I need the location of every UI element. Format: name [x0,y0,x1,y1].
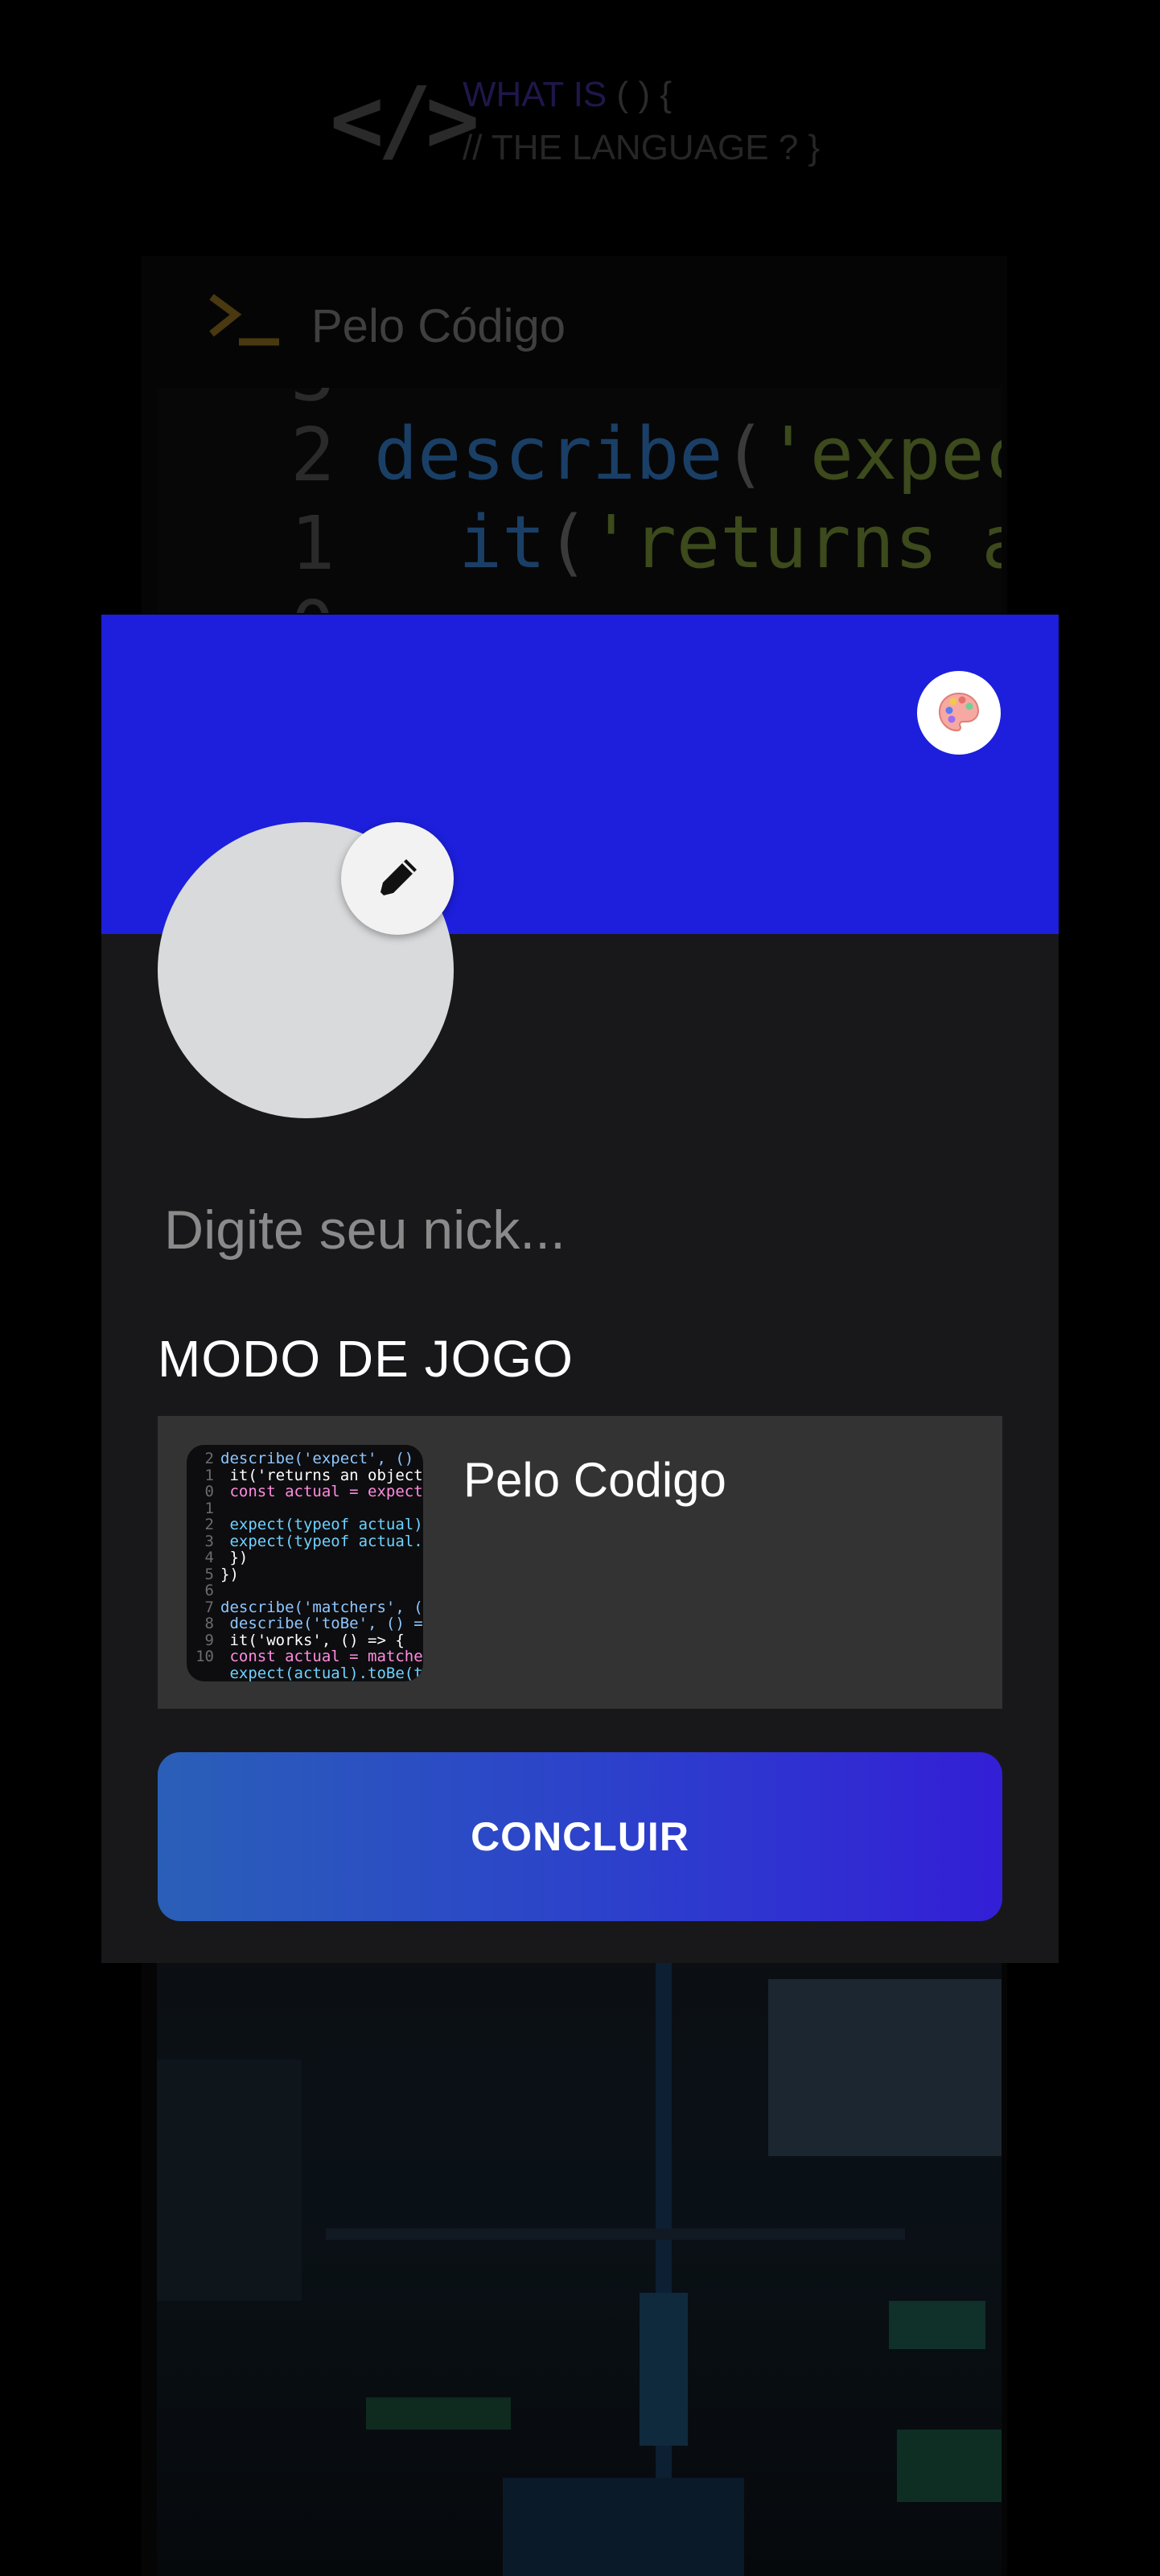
thumbnail-code-line: 5}) [187,1566,239,1583]
thumbnail-code-line: 9 it('works', () => { [187,1632,405,1649]
game-mode-section-title: MODO DE JOGO [158,1330,574,1388]
palette-icon [938,692,980,732]
thumbnail-code-line: 8 describe('toBe', () => { [187,1615,423,1632]
code-line-number: 2 [290,412,335,498]
thumbnail-code-line: 1 [187,1500,220,1517]
thumbnail-line-text: expect(actual).toBe(true [229,1664,423,1682]
thumbnail-code-line: 2 expect(typeof actual).toBe( [187,1516,423,1533]
logo-line-1: WHAT IS ( ) { [463,71,672,119]
code-brackets-icon: </> [330,68,479,173]
logo-line-1-rest: ( ) { [607,75,672,114]
thumbnail-line-text: describe('matchers', () => { [220,1598,423,1616]
thumbnail-code-line: 6 [187,1582,220,1599]
thumbnail-code-line: 0 const actual = expect(true) [187,1483,423,1500]
game-mode-label: Pelo Codigo [463,1453,726,1507]
thumbnail-code-line: 2 describe('expect', () => { [187,1450,423,1467]
thumbnail-line-number: 4 [204,1549,214,1566]
thumbnail-line-text: describe('expect', () => { [220,1450,423,1467]
terminal-prompt-icon [205,289,294,364]
thumbnail-line-number: 8 [204,1615,214,1632]
thumbnail-line-text: it('works', () => { [220,1631,405,1649]
logo-keyword: WHAT IS [463,75,607,114]
thumbnail-line-number: 10 [195,1648,214,1665]
thumbnail-line-text: const actual = expect(true) [229,1483,423,1500]
pencil-icon [380,859,417,895]
thumbnail-line-number: 5 [204,1565,214,1583]
thumbnail-line-text: expect(typeof actual.toBe). [229,1532,423,1550]
thumbnail-line-number: 7 [204,1598,214,1616]
thumbnail-line-number: 3 [204,1532,214,1550]
background-mode-title: Pelo Código [311,299,566,352]
thumbnail-line-text: expect(typeof actual).toBe( [229,1516,423,1533]
background-code-image: 3 2 1 0 describe('expect', ( it('returns… [157,388,1002,613]
thumbnail-line-number: 2 [204,1450,214,1467]
thumbnail-line-text: describe('toBe', () => { [229,1615,423,1632]
thumbnail-code-line: 3 expect(typeof actual.toBe). [187,1533,423,1550]
code-line-number: 0 [290,585,335,613]
edit-avatar-button[interactable] [341,822,454,935]
thumbnail-line-text: const actual = matchers( [229,1648,423,1665]
profile-modal: MODO DE JOGO 2 describe('expect', () => {… [101,615,1059,1963]
change-color-button[interactable] [917,671,1001,755]
game-mode-thumbnail: 2describe('expect', () => {1 it('returns… [187,1445,423,1681]
thumbnail-code-line: 10 const actual = matchers( [187,1648,423,1665]
nickname-input[interactable] [158,1186,1009,1274]
thumbnail-line-number: 0 [204,1483,214,1500]
background-mode-header: Pelo Código [157,265,1002,386]
thumbnail-line-number: 1 [204,1466,214,1484]
thumbnail-code-line: 7 describe('matchers', () => { [187,1599,423,1616]
code-line: describe('expect', ( [374,412,1002,496]
code-line: it('returns an obj [459,500,1002,585]
thumbnail-line-number: 2 [204,1516,214,1533]
thumbnail-line-text: }) [220,1565,239,1583]
background-photo [157,1963,1002,2576]
app-logo: </> WHAT IS ( ) { // THE LANGUAGE ? } [330,64,829,177]
code-line-number: 1 [290,500,335,586]
thumbnail-code-line: 4 }) [187,1549,249,1566]
thumbnail-line-text: it('returns an object', () => { [229,1466,423,1484]
game-mode-option-pelo-codigo[interactable]: 2describe('expect', () => {1 it('returns… [158,1416,1002,1709]
thumbnail-line-text: }) [220,1549,249,1566]
thumbnail-line-number: 6 [204,1582,214,1599]
thumbnail-line-number: 1 [204,1499,214,1517]
conclude-button[interactable]: CONCLUIR [158,1752,1002,1921]
logo-line-2: // THE LANGUAGE ? } [463,128,821,167]
thumbnail-code-line: expect(actual).toBe(true [187,1665,423,1682]
thumbnail-line-number: 9 [204,1631,214,1649]
thumbnail-code-line: 1 it('returns an object', () => { [187,1467,423,1484]
